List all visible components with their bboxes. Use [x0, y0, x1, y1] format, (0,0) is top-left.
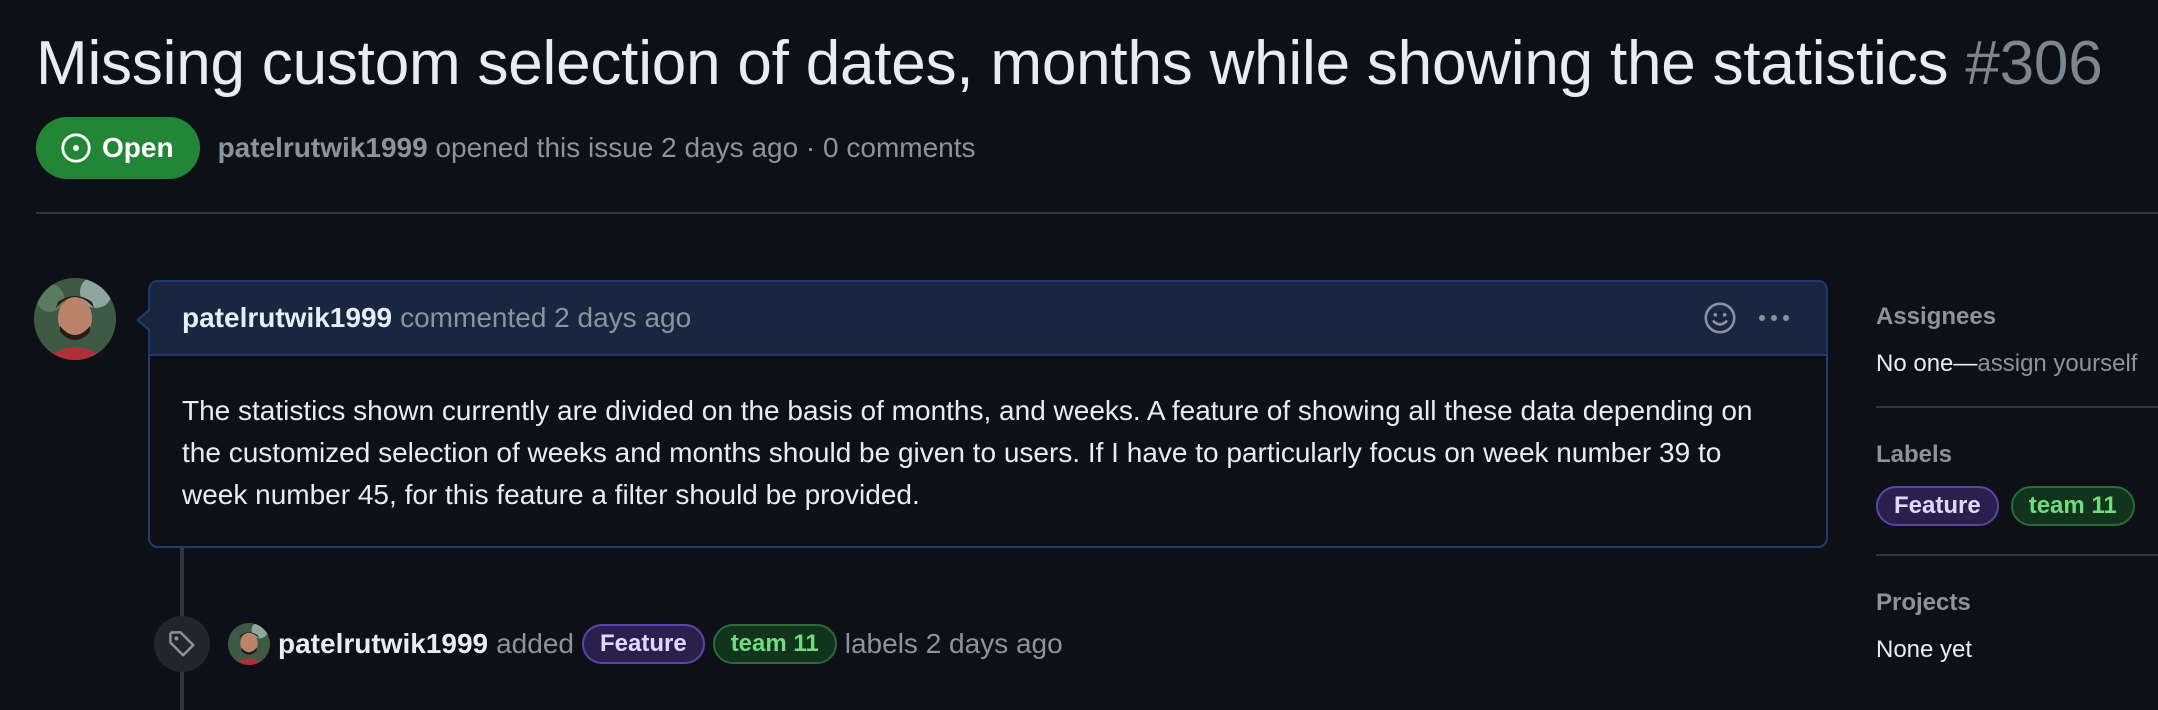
projects-heading[interactable]: Projects — [1876, 586, 2158, 620]
comment-header: patelrutwik1999 commented 2 days ago — [150, 282, 1826, 356]
event-action: added — [496, 628, 574, 659]
issue-author-link[interactable]: patelrutwik1999 — [218, 132, 428, 163]
issue-title-text: Missing custom selection of dates, month… — [36, 29, 1949, 98]
event-suffix: labels 2 days ago — [844, 628, 1063, 659]
issue-meta: patelrutwik1999 opened this issue 2 days… — [218, 132, 976, 164]
sidebar-label-feature[interactable]: Feature — [1876, 486, 1999, 526]
avatar-photo — [34, 278, 116, 360]
issue-opened-icon — [61, 133, 91, 163]
labels-heading[interactable]: Labels — [1876, 438, 2158, 472]
avatar[interactable] — [34, 278, 116, 360]
projects-value: None yet — [1876, 636, 1973, 663]
label-team-11[interactable]: team 11 — [712, 624, 837, 664]
issue-number: #306 — [1965, 29, 2103, 98]
comment-actions — [1700, 298, 1794, 338]
assign-yourself-link[interactable]: assign yourself — [1977, 350, 2137, 377]
issue-page: Missing custom selection of dates, month… — [0, 0, 2158, 710]
sidebar-divider — [1876, 406, 2158, 408]
sidebar-labels-list: Feature team 11 — [1876, 486, 2158, 526]
assignees-value: No one—assign yourself — [1876, 350, 2158, 378]
issue-title: Missing custom selection of dates, month… — [36, 22, 2103, 106]
assignees-none-text: No one— — [1876, 350, 1978, 377]
event-author-link[interactable]: patelrutwik1999 — [278, 628, 488, 660]
header-divider — [36, 212, 2158, 214]
status-badge: Open — [36, 117, 200, 179]
timeline-badge — [154, 616, 210, 672]
kebab-menu-icon — [1759, 315, 1789, 321]
timeline-event: patelrutwik1999 added Feature team 11 la… — [228, 622, 1063, 666]
status-label: Open — [102, 132, 174, 163]
comment-options-button[interactable] — [1754, 298, 1794, 338]
issue-state-row: Open patelrutwik1999 opened this issue 2… — [36, 117, 976, 179]
comment-pointer-inner — [139, 310, 151, 330]
comment-author-link[interactable]: patelrutwik1999 — [182, 302, 392, 334]
smiley-icon — [1704, 302, 1736, 334]
label-feature[interactable]: Feature — [581, 624, 705, 664]
issue-opened-text: opened this issue 2 days ago · 0 comment… — [435, 132, 976, 163]
avatar-small[interactable] — [228, 623, 270, 665]
issue-sidebar: Assignees No one—assign yourself Labels … — [1876, 300, 2158, 664]
add-reaction-button[interactable] — [1700, 298, 1740, 338]
avatar-small-photo — [228, 623, 270, 665]
comment-body: The statistics shown currently are divid… — [182, 395, 1753, 510]
sidebar-label-team-11[interactable]: team 11 — [2010, 486, 2135, 526]
sidebar-divider — [1876, 554, 2158, 556]
comment-box: patelrutwik1999 commented 2 days ago The… — [136, 280, 1828, 548]
tag-icon — [169, 631, 195, 657]
comment-timestamp[interactable]: commented 2 days ago — [400, 302, 691, 334]
assignees-heading[interactable]: Assignees — [1876, 300, 2158, 334]
